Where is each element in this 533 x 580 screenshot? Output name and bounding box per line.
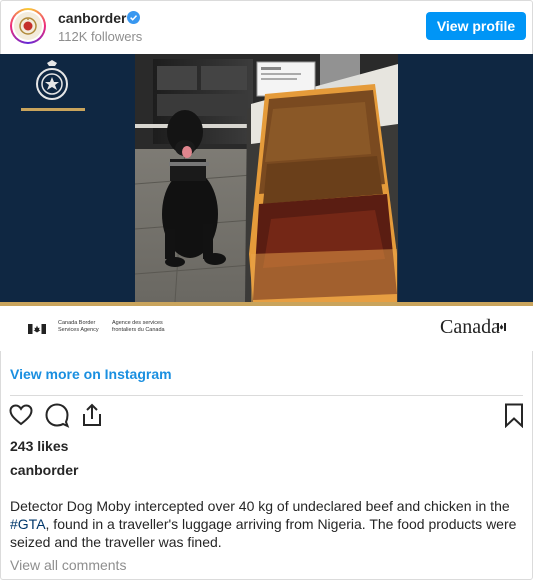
cbsa-badge-icon — [33, 60, 71, 102]
heart-icon[interactable] — [8, 402, 34, 428]
canada-wordmark: Canada — [440, 316, 500, 338]
cbsa-crest-icon — [14, 12, 42, 40]
view-profile-button[interactable]: View profile — [426, 12, 526, 40]
hashtag-link[interactable]: #GTA — [10, 516, 46, 532]
view-more-link[interactable]: View more on Instagram — [10, 366, 172, 382]
username[interactable]: canborder — [58, 10, 126, 26]
canada-flag-icon — [28, 321, 46, 334]
detector-dog-photo — [135, 54, 398, 302]
verified-badge-icon — [127, 11, 140, 24]
follower-count: 112K followers — [58, 29, 143, 44]
like-count[interactable]: 243 likes — [10, 438, 68, 454]
agency-name-en: Canada Border Services Agency — [58, 320, 99, 333]
post-caption: Detector Dog Moby intercepted over 40 kg… — [10, 498, 517, 550]
view-all-comments-link[interactable]: View all comments — [10, 557, 126, 573]
avatar[interactable] — [10, 8, 46, 44]
post-image[interactable]: Canada Border Services Agency Agence des… — [0, 54, 533, 351]
badge-underline — [21, 108, 85, 111]
divider — [10, 395, 523, 396]
wordmark-flag-icon — [497, 318, 506, 331]
post-header: canborder 112K followers View profile — [0, 0, 533, 54]
bookmark-icon[interactable] — [501, 402, 527, 429]
share-icon[interactable] — [79, 402, 105, 428]
caption-username[interactable]: canborder — [10, 462, 78, 478]
comment-icon[interactable] — [44, 402, 70, 428]
agency-name-fr: Agence des services frontaliers du Canad… — [112, 320, 165, 333]
